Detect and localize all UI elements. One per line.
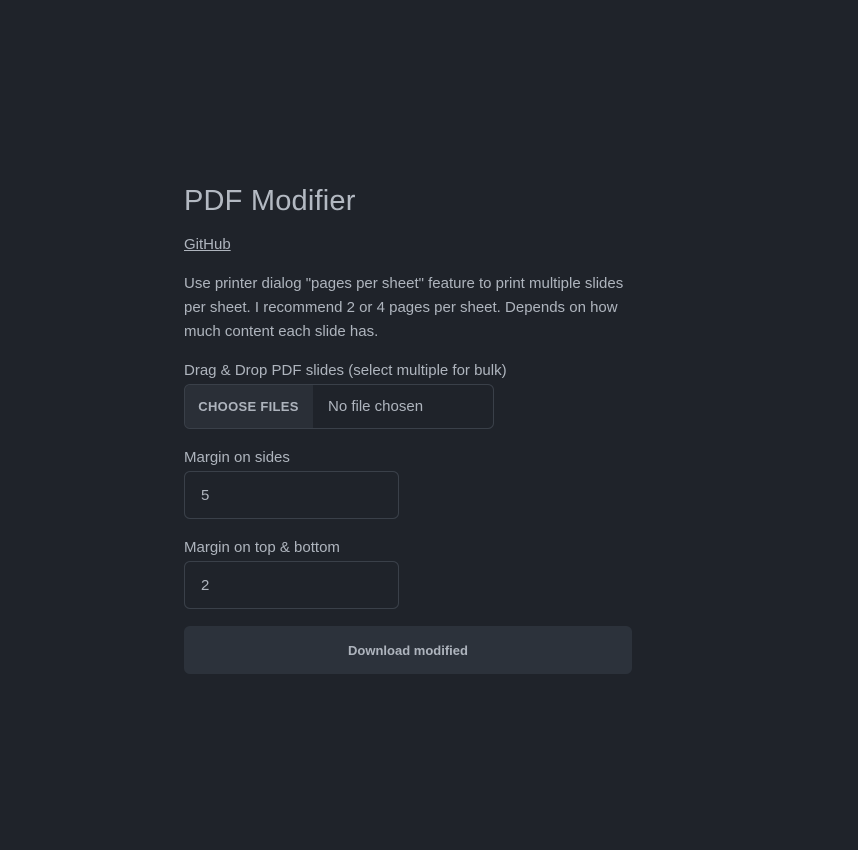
margin-sides-input[interactable]: 5 (184, 471, 399, 519)
file-upload-input[interactable]: CHOOSE FILES No file chosen (184, 384, 494, 429)
description-text: Use printer dialog "pages per sheet" fea… (184, 275, 624, 340)
margin-top-bottom-label: Margin on top & bottom (184, 539, 340, 556)
file-status-text: No file chosen (328, 398, 424, 415)
main-container: PDF Modifier GitHub Use printer dialog "… (184, 180, 632, 674)
margin-sides-label: Margin on sides (184, 449, 290, 466)
github-link[interactable]: GitHub (184, 235, 231, 255)
choose-files-button[interactable]: CHOOSE FILES (185, 385, 313, 428)
download-modified-button[interactable]: Download modified (184, 626, 632, 674)
margin-top-bottom-input[interactable]: 2 (184, 561, 399, 609)
upload-label: Drag & Drop PDF slides (select multiple … (184, 362, 507, 379)
page-title: PDF Modifier (184, 185, 356, 217)
